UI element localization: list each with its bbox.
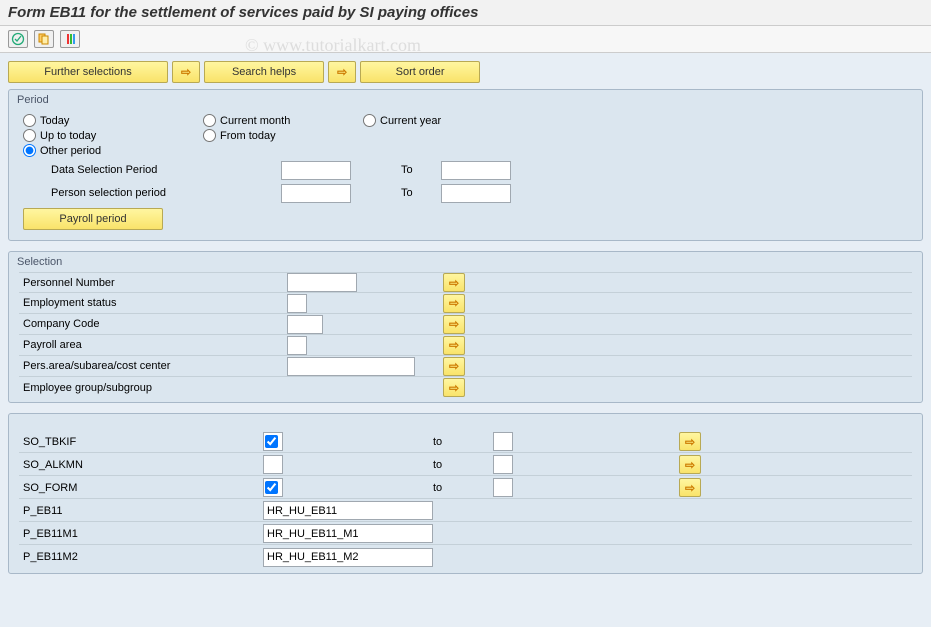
radio-other-period-label: Other period <box>40 145 101 157</box>
multi-select-button[interactable]: ⇨ <box>443 336 465 355</box>
arrow-right-icon: ⇨ <box>449 296 459 310</box>
app-toolbar <box>0 26 931 53</box>
radio-today-label: Today <box>40 115 69 127</box>
content-area: Further selections ⇨ Search helps ⇨ Sort… <box>0 53 931 627</box>
status-icon[interactable] <box>60 30 80 48</box>
radio-current-month-label: Current month <box>220 115 290 127</box>
table-row: P_EB11M1 <box>19 523 912 545</box>
arrow-right-icon: ⇨ <box>337 65 347 79</box>
person-selection-from-input[interactable] <box>281 184 351 203</box>
so-alkmn-to-input[interactable] <box>493 455 513 474</box>
pers-area-label: Pers.area/subarea/cost center <box>19 356 287 376</box>
multi-select-button[interactable]: ⇨ <box>443 273 465 292</box>
parameters-group: SO_TBKIF to ⇨ SO_ALKMN to ⇨ SO_FORM <box>8 413 923 574</box>
multi-select-button[interactable]: ⇨ <box>443 357 465 376</box>
employee-group-label: Employee group/subgroup <box>19 377 287 398</box>
arrow-right-icon: ⇨ <box>449 359 459 373</box>
radio-up-to-today[interactable]: Up to today <box>23 129 203 142</box>
table-row: SO_FORM to ⇨ <box>19 477 912 499</box>
multi-select-button[interactable]: ⇨ <box>679 478 701 497</box>
arrow-right-icon: ⇨ <box>449 317 459 331</box>
so-tbkif-checkbox[interactable] <box>265 435 278 448</box>
table-row: Pers.area/subarea/cost center ⇨ <box>19 356 912 377</box>
table-row: Employee group/subgroup ⇨ <box>19 377 912 398</box>
multi-select-button[interactable]: ⇨ <box>679 432 701 451</box>
multi-select-button[interactable]: ⇨ <box>679 455 701 474</box>
data-selection-to-input[interactable] <box>441 161 511 180</box>
p-eb11m2-input[interactable] <box>263 548 433 567</box>
data-selection-period-label: Data Selection Period <box>23 164 281 176</box>
radio-today[interactable]: Today <box>23 114 203 127</box>
radio-other-period[interactable]: Other period <box>23 144 203 157</box>
person-selection-to-input[interactable] <box>441 184 511 203</box>
sort-order-button[interactable]: Sort order <box>360 61 480 83</box>
employment-status-input[interactable] <box>287 294 307 313</box>
arrow-right-icon: ⇨ <box>449 338 459 352</box>
radio-current-year-label: Current year <box>380 115 441 127</box>
arrow-right-icon: ⇨ <box>449 381 459 395</box>
table-row: Company Code ⇨ <box>19 314 912 335</box>
search-helps-arrow[interactable]: ⇨ <box>172 61 200 83</box>
sort-order-arrow[interactable]: ⇨ <box>328 61 356 83</box>
period-title: Period <box>11 92 920 108</box>
to-label: to <box>433 436 493 448</box>
data-selection-from-input[interactable] <box>281 161 351 180</box>
get-variant-icon[interactable] <box>34 30 54 48</box>
radio-current-year[interactable]: Current year <box>363 114 523 127</box>
so-form-to-input[interactable] <box>493 478 513 497</box>
p-eb11-input[interactable] <box>263 501 433 520</box>
table-row: Payroll area ⇨ <box>19 335 912 356</box>
employment-status-label: Employment status <box>19 293 287 313</box>
personnel-number-input[interactable] <box>287 273 357 292</box>
so-form-label: SO_FORM <box>19 477 263 498</box>
selection-group: Selection Personnel Number ⇨ Employment … <box>8 251 923 403</box>
payroll-area-input[interactable] <box>287 336 307 355</box>
table-row: SO_TBKIF to ⇨ <box>19 431 912 453</box>
company-code-input[interactable] <box>287 315 323 334</box>
radio-up-to-today-label: Up to today <box>40 130 96 142</box>
company-code-label: Company Code <box>19 314 287 334</box>
table-row: P_EB11M2 <box>19 546 912 568</box>
p-eb11-label: P_EB11 <box>19 500 263 521</box>
further-selections-button[interactable]: Further selections <box>8 61 168 83</box>
p-eb11m1-input[interactable] <box>263 524 433 543</box>
p-eb11m2-label: P_EB11M2 <box>19 546 263 568</box>
multi-select-button[interactable]: ⇨ <box>443 294 465 313</box>
arrow-right-icon: ⇨ <box>685 435 695 449</box>
multi-select-button[interactable]: ⇨ <box>443 315 465 334</box>
to-label: to <box>433 459 493 471</box>
p-eb11m1-label: P_EB11M1 <box>19 523 263 544</box>
pers-area-input[interactable] <box>287 357 415 376</box>
payroll-area-label: Payroll area <box>19 335 287 355</box>
radio-current-month[interactable]: Current month <box>203 114 363 127</box>
payroll-period-button[interactable]: Payroll period <box>23 208 163 230</box>
table-row: SO_ALKMN to ⇨ <box>19 454 912 476</box>
arrow-right-icon: ⇨ <box>685 481 695 495</box>
page-title: Form EB11 for the settlement of services… <box>0 0 931 26</box>
selection-buttons: Further selections ⇨ Search helps ⇨ Sort… <box>8 61 923 83</box>
so-tbkif-to-input[interactable] <box>493 432 513 451</box>
to-label: To <box>351 187 441 199</box>
arrow-right-icon: ⇨ <box>449 276 459 290</box>
execute-icon[interactable] <box>8 30 28 48</box>
table-row: Personnel Number ⇨ <box>19 272 912 293</box>
radio-from-today-label: From today <box>220 130 276 142</box>
selection-title: Selection <box>11 254 920 270</box>
arrow-right-icon: ⇨ <box>181 65 191 79</box>
to-label: To <box>351 164 441 176</box>
table-row: P_EB11 <box>19 500 912 522</box>
table-row: Employment status ⇨ <box>19 293 912 314</box>
so-alkmn-from-input[interactable] <box>263 455 283 474</box>
so-form-checkbox[interactable] <box>265 481 278 494</box>
so-tbkif-label: SO_TBKIF <box>19 431 263 452</box>
personnel-number-label: Personnel Number <box>19 273 287 292</box>
search-helps-button[interactable]: Search helps <box>204 61 324 83</box>
person-selection-period-label: Person selection period <box>23 187 281 199</box>
period-group: Period Today Current month Current year … <box>8 89 923 241</box>
so-alkmn-label: SO_ALKMN <box>19 454 263 475</box>
multi-select-button[interactable]: ⇨ <box>443 378 465 397</box>
arrow-right-icon: ⇨ <box>685 458 695 472</box>
radio-from-today[interactable]: From today <box>203 129 363 142</box>
to-label: to <box>433 482 493 494</box>
